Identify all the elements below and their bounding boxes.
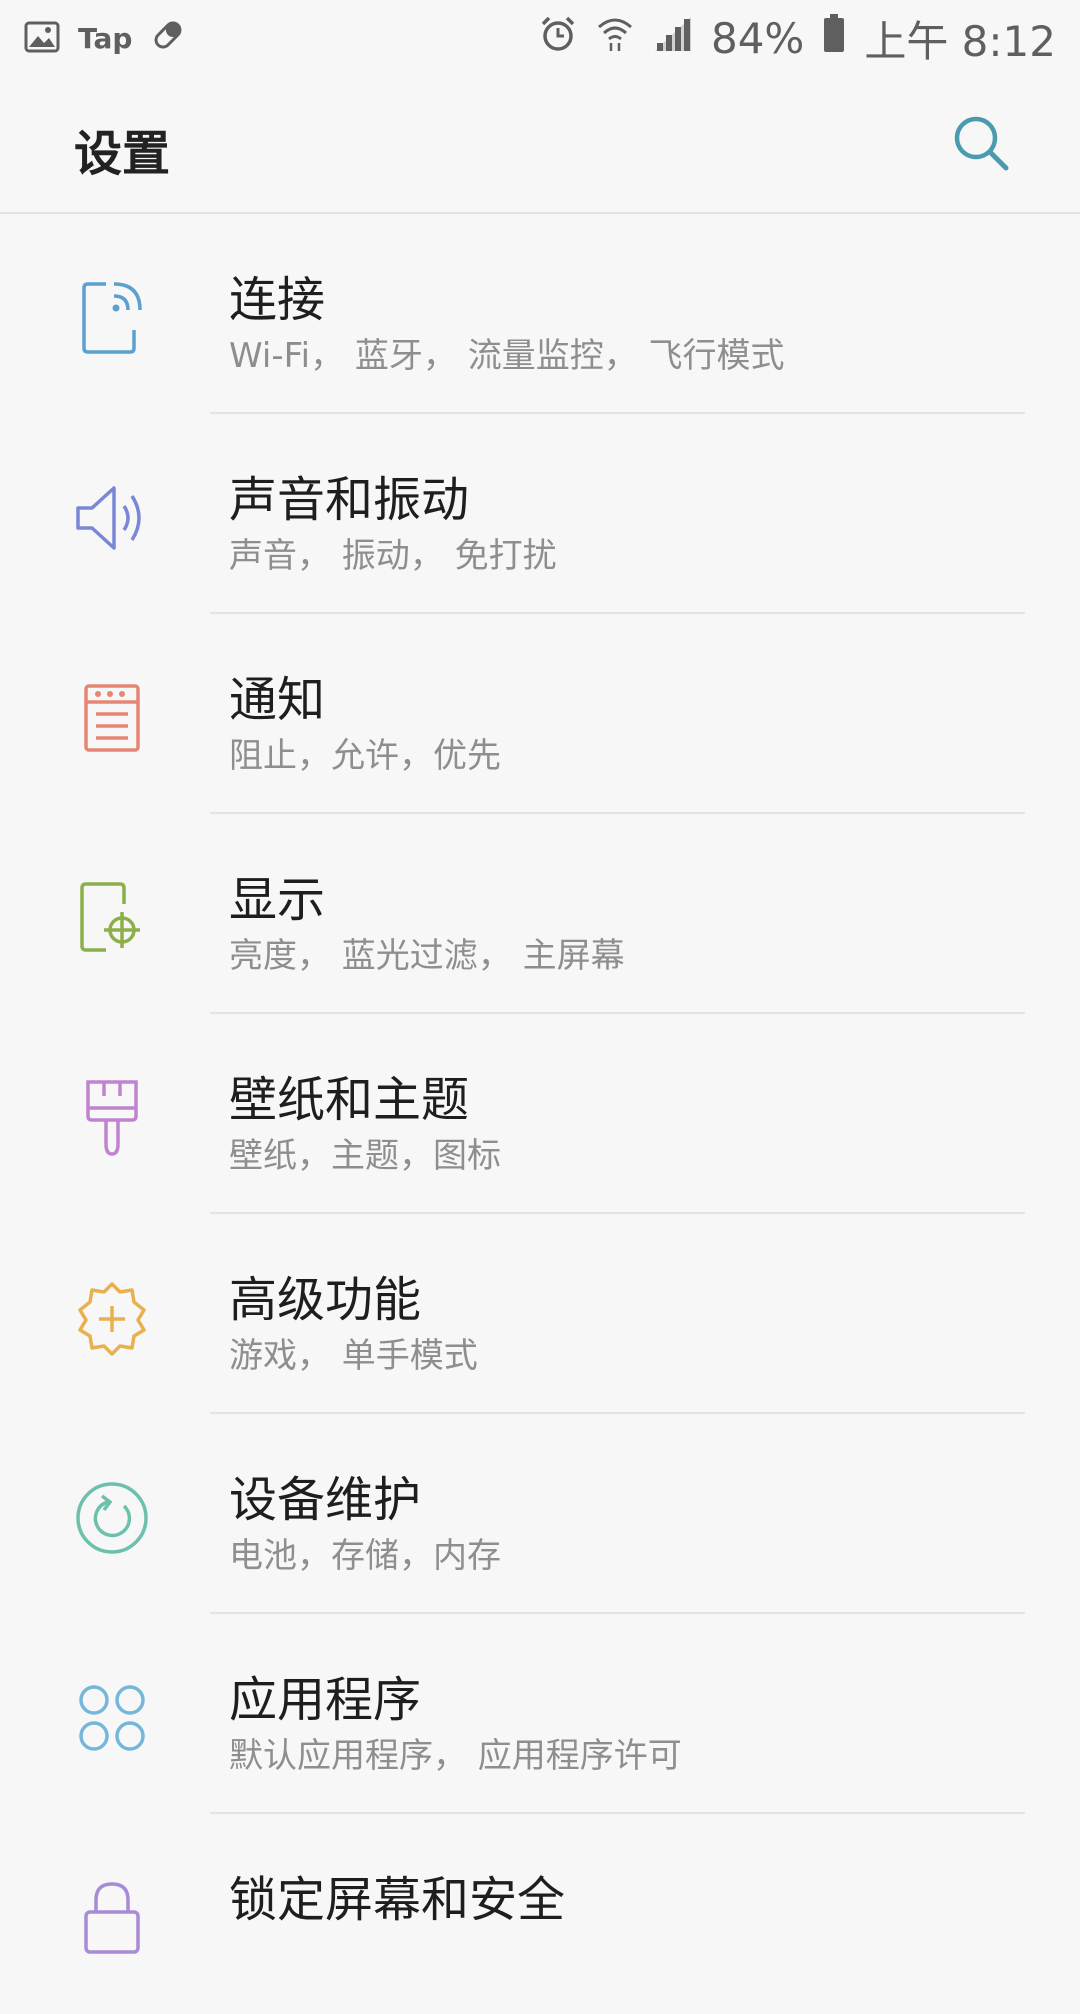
settings-item-advanced-features[interactable]: 高级功能 游戏， 单手模式 (0, 1214, 1080, 1414)
image-icon (24, 14, 60, 63)
status-bar-right: 84% 上午 8:12 (539, 8, 1056, 69)
settings-item-subtitle: 默认应用程序， 应用程序许可 (229, 1736, 682, 1776)
status-bar: Tap 84% 上午 8:12 (0, 0, 1080, 76)
pill-icon (150, 14, 186, 63)
sound-icon (64, 470, 160, 566)
settings-item-subtitle: 壁纸，主题，图标 (229, 1136, 501, 1176)
battery-icon (822, 13, 846, 63)
settings-item-title: 设备维护 (229, 1472, 422, 1528)
search-button[interactable] (946, 110, 1016, 180)
battery-percentage: 84% (710, 13, 805, 63)
settings-item-connections[interactable]: 连接 Wi-Fi， 蓝牙， 流量监控， 飞行模式 (0, 214, 1080, 414)
app-notification-label: Tap (78, 21, 133, 55)
gear-plus-icon (64, 1270, 160, 1366)
notifications-icon (64, 670, 160, 766)
settings-item-wallpaper-themes[interactable]: 壁纸和主题 壁纸，主题，图标 (0, 1014, 1080, 1214)
settings-item-lock-screen-security[interactable]: 锁定屏幕和安全 (0, 1814, 1080, 2014)
clock: 上午 8:12 (864, 16, 1056, 66)
settings-item-title: 连接 (229, 272, 326, 328)
settings-item-title: 壁纸和主题 (229, 1072, 470, 1128)
app-header: 设置 (0, 76, 1080, 214)
alarm-icon (539, 14, 577, 63)
settings-item-subtitle: 阻止，允许，优先 (229, 736, 501, 776)
signal-icon (653, 14, 693, 63)
status-bar-left: Tap (24, 14, 186, 63)
settings-item-subtitle: 亮度， 蓝光过滤， 主屏幕 (229, 936, 625, 976)
settings-item-subtitle: 电池，存储，内存 (229, 1536, 501, 1576)
brush-icon (64, 1070, 160, 1166)
settings-item-subtitle: 游戏， 单手模式 (229, 1336, 478, 1376)
refresh-icon (64, 1470, 160, 1566)
settings-item-title: 声音和振动 (229, 472, 470, 528)
settings-item-sound[interactable]: 声音和振动 声音， 振动， 免打扰 (0, 414, 1080, 614)
settings-item-subtitle: 声音， 振动， 免打扰 (229, 536, 557, 576)
apps-icon (64, 1670, 160, 1766)
display-icon (64, 870, 160, 966)
settings-item-applications[interactable]: 应用程序 默认应用程序， 应用程序许可 (0, 1614, 1080, 1814)
settings-item-title: 高级功能 (229, 1272, 422, 1328)
settings-item-notifications[interactable]: 通知 阻止，允许，优先 (0, 614, 1080, 814)
settings-item-title: 显示 (229, 872, 326, 928)
lock-icon (64, 1870, 160, 1966)
settings-item-title: 通知 (229, 672, 326, 728)
settings-item-device-maintenance[interactable]: 设备维护 电池，存储，内存 (0, 1414, 1080, 1614)
page-title: 设置 (74, 126, 171, 182)
settings-item-title: 应用程序 (229, 1672, 422, 1728)
settings-item-display[interactable]: 显示 亮度， 蓝光过滤， 主屏幕 (0, 814, 1080, 1014)
wifi-icon (595, 14, 635, 63)
search-icon (951, 113, 1011, 177)
settings-item-subtitle: Wi-Fi， 蓝牙， 流量监控， 飞行模式 (229, 336, 785, 376)
connections-icon (64, 270, 160, 366)
settings-list: 连接 Wi-Fi， 蓝牙， 流量监控， 飞行模式 声音和振动 声音， 振动， 免… (0, 214, 1080, 2014)
